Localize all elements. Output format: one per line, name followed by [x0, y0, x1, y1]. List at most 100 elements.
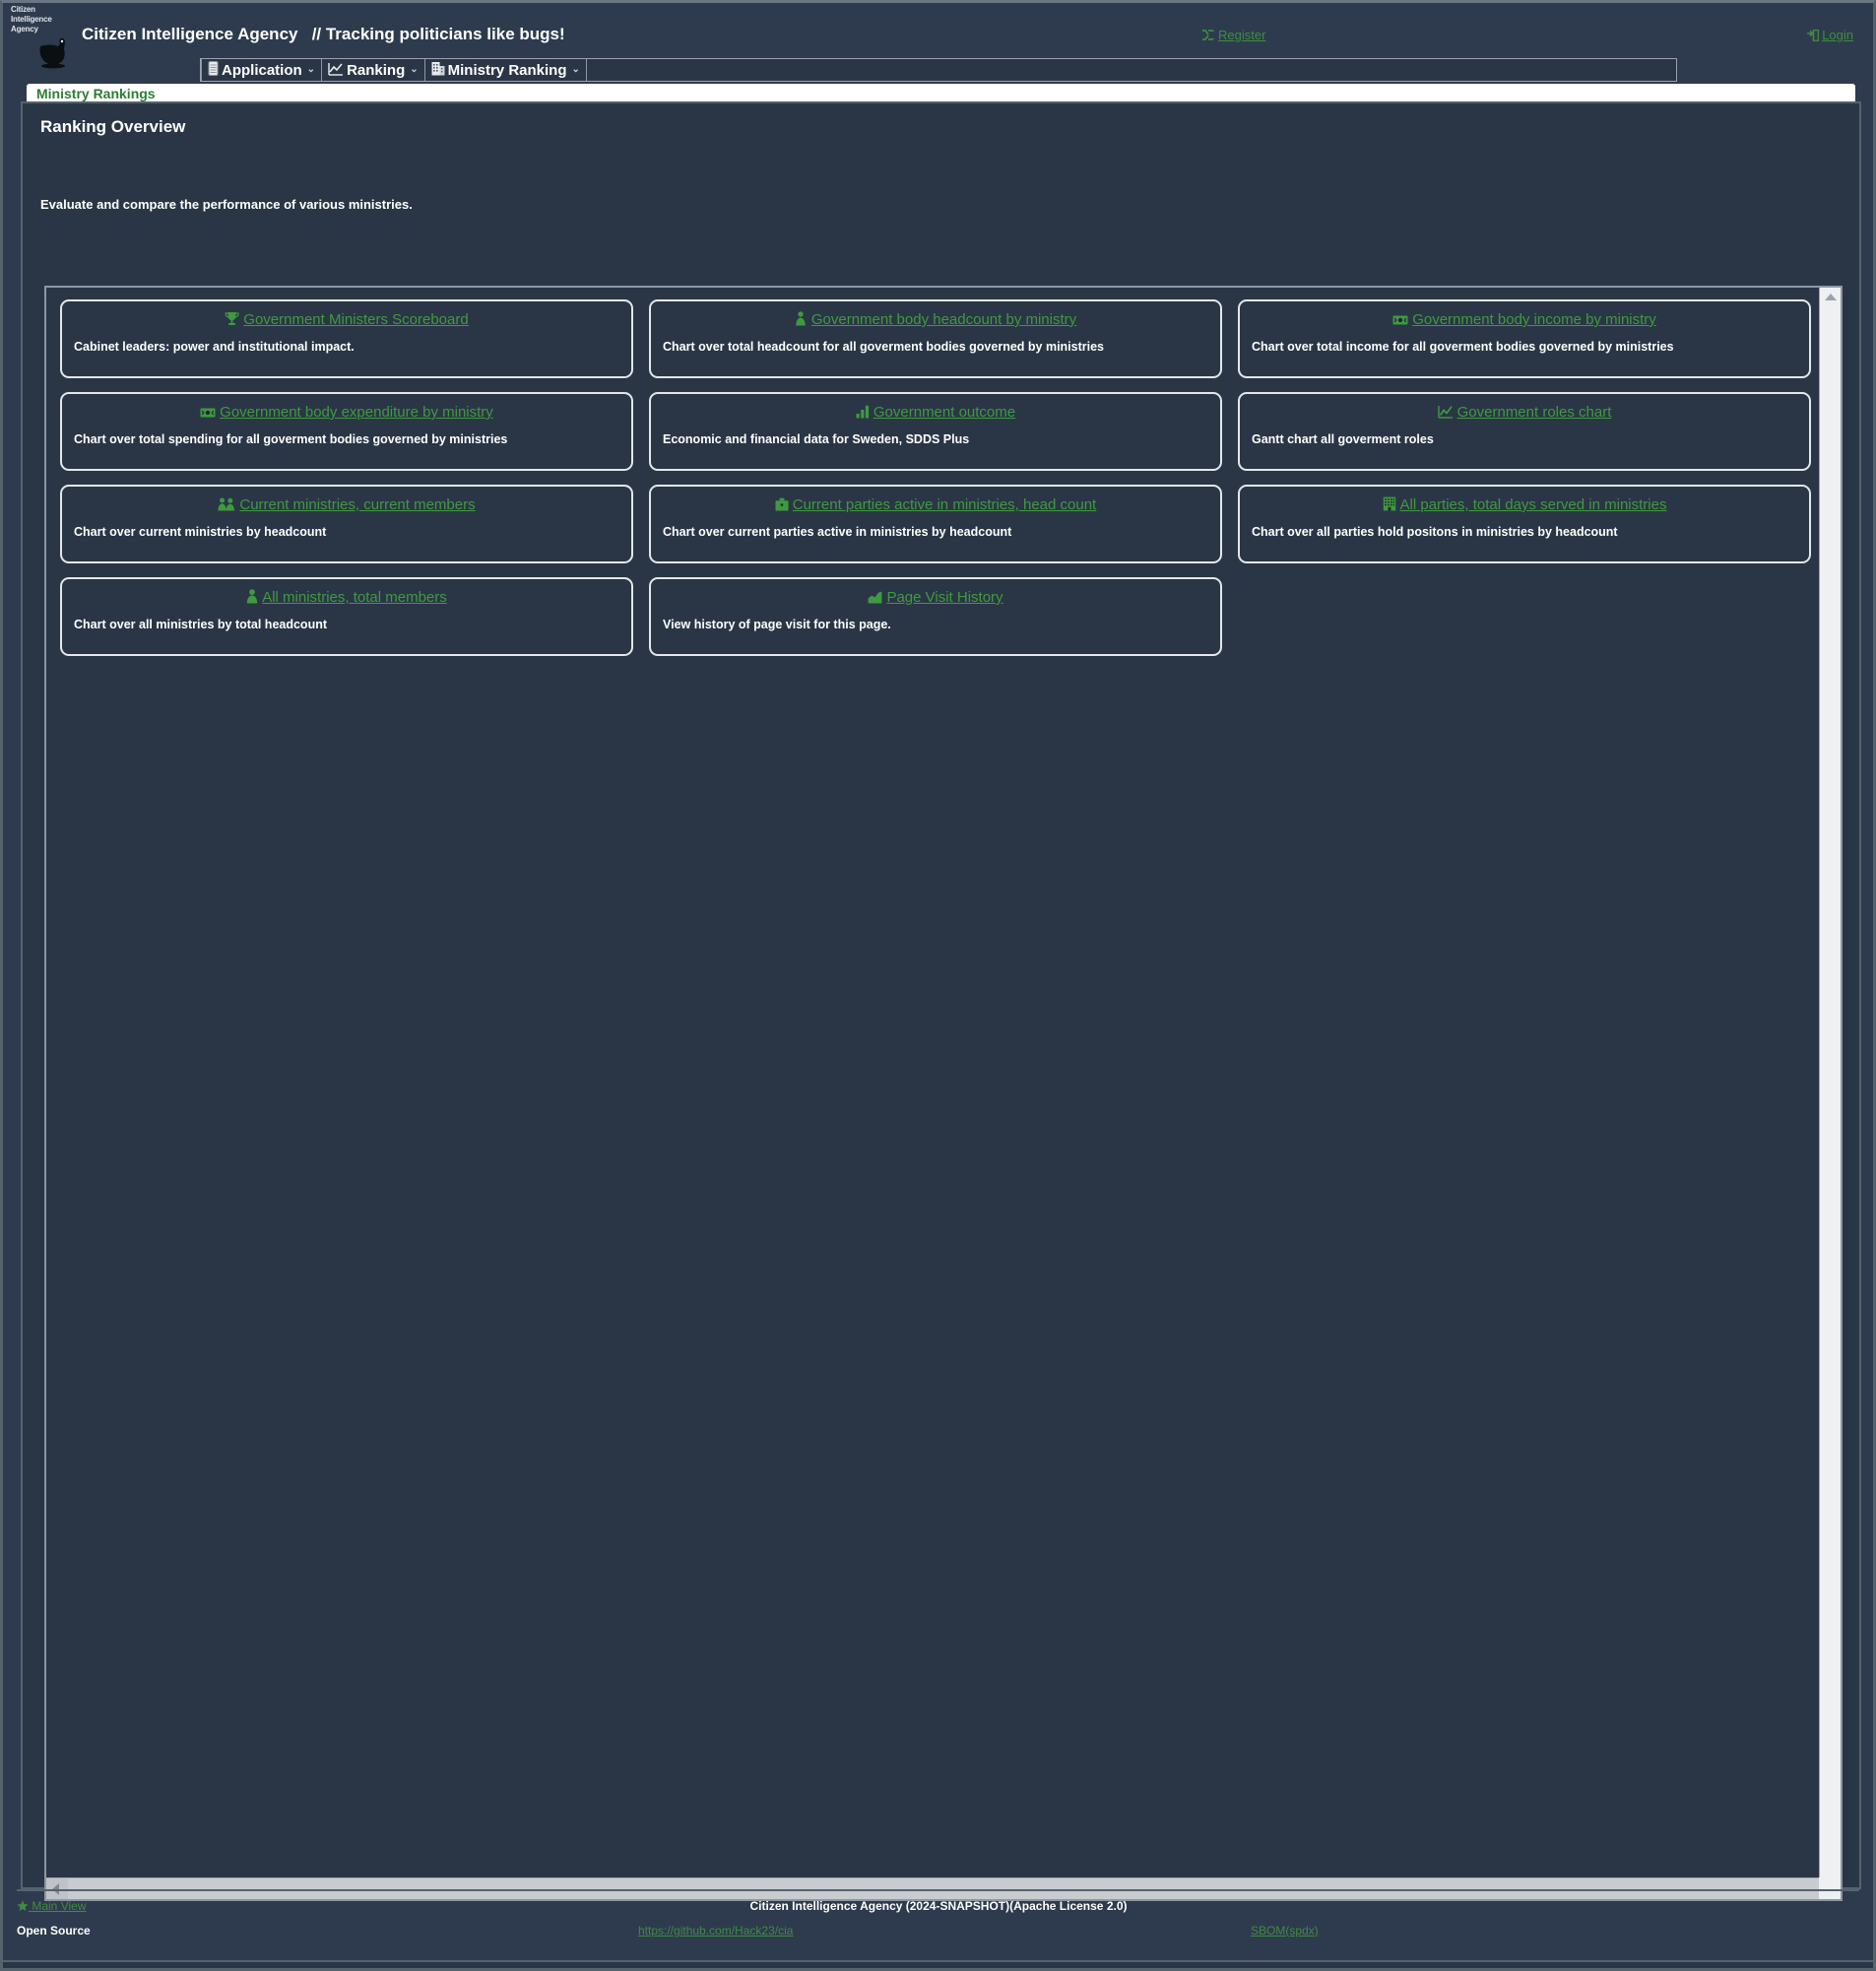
building-icon	[431, 61, 445, 79]
trophy-icon	[225, 311, 239, 330]
ranking-card-link-label: Government body expenditure by ministry	[220, 404, 493, 421]
ranking-card: Government body headcount by ministry Cha…	[649, 299, 1222, 378]
ranking-card-link[interactable]: Government body expenditure by ministry	[74, 404, 619, 423]
page-title: Ministry Rankings	[36, 86, 156, 101]
page-title-bar: Ministry Rankings	[27, 84, 1855, 103]
ranking-card: All parties, total days served in minist…	[1238, 485, 1811, 563]
ranking-card-link[interactable]: Page Visit History	[663, 589, 1208, 608]
menu-item-application[interactable]: Application ⌄	[201, 59, 323, 81]
ranking-card-link-label: Government body headcount by ministry	[810, 311, 1077, 328]
ranking-card: Government body income by ministry Chart …	[1238, 299, 1811, 378]
document-icon	[208, 61, 219, 79]
vertical-scrollbar[interactable]	[1819, 288, 1841, 1877]
money-bill-icon	[200, 406, 216, 423]
open-source-label: Open Source	[17, 1924, 91, 1938]
users-icon	[218, 497, 235, 515]
login-label: Login	[1822, 28, 1853, 42]
area-chart-icon	[868, 591, 882, 608]
menu-item-ranking[interactable]: Ranking ⌄	[322, 59, 425, 81]
main-view-label: Main View	[32, 1899, 87, 1913]
bar-chart-icon	[856, 405, 870, 423]
ranking-card-description: Chart over all ministries by total headc…	[74, 618, 328, 631]
menu-item-ministry-ranking[interactable]: Ministry Ranking ⌄	[425, 59, 587, 81]
menu-item-application-label: Application	[222, 61, 302, 79]
ranking-card: Government Ministers Scoreboard Cabinet l…	[60, 299, 633, 378]
ranking-card-link[interactable]: Government body income by ministry	[1252, 311, 1797, 330]
github-link[interactable]: https://github.com/Hack23/cia	[638, 1924, 793, 1938]
ranking-card-link[interactable]: Current ministries, current members	[74, 496, 619, 515]
ranking-card-link-label: Government roles chart	[1456, 404, 1612, 421]
ranking-card-link[interactable]: All parties, total days served in minist…	[1252, 496, 1797, 515]
main-view-link[interactable]: Main View	[17, 1899, 86, 1913]
ranking-card: Current parties active in ministries, he…	[649, 485, 1222, 563]
sign-in-icon	[1806, 29, 1820, 44]
ranking-card-link-label: Government Ministers Scoreboard	[243, 311, 469, 328]
ranking-card-description: Chart over total headcount for all gover…	[663, 340, 1105, 354]
line-chart-icon	[328, 62, 344, 79]
ranking-card-description: Chart over current ministries by headcou…	[74, 525, 327, 539]
ranking-card: All ministries, total members Chart over …	[60, 577, 633, 656]
ranking-card-link-label: Page Visit History	[886, 589, 1003, 606]
line-chart-icon	[1437, 405, 1454, 423]
logo-line-2: Intelligence	[11, 15, 52, 24]
ranking-card-description: Chart over total spending for all goverm…	[74, 432, 508, 446]
ranking-card-link-label: Current parties active in ministries, he…	[792, 496, 1097, 513]
ranking-card: Current ministries, current members Chart…	[60, 485, 633, 563]
ranking-card-link[interactable]: Government roles chart	[1252, 404, 1797, 423]
register-link[interactable]: Register	[1202, 28, 1265, 44]
building-icon	[1383, 496, 1396, 515]
overview-description: Evaluate and compare the performance of …	[40, 197, 413, 212]
ranking-card-description: View history of page visit for this page…	[663, 618, 891, 631]
sbom-link[interactable]: SBOM(spdx)	[1251, 1924, 1319, 1938]
ranking-card-link-label: All ministries, total members	[262, 589, 447, 606]
ranking-card-link-label: Government outcome	[873, 404, 1016, 421]
chevron-down-icon: ⌄	[571, 64, 580, 75]
person-tie-icon	[795, 311, 808, 330]
app-footer: Main View Open Source Citizen Intelligen…	[3, 1889, 1873, 1968]
money-bill-icon	[1392, 313, 1408, 330]
ranking-card-link[interactable]: Government Ministers Scoreboard	[74, 311, 619, 330]
logo[interactable]: Citizen Intelligence Agency	[11, 5, 80, 76]
bug-bird-logo-icon	[39, 37, 65, 69]
ranking-card-description: Economic and financial data for Sweden, …	[663, 432, 970, 446]
ranking-card-description: Chart over total income for all govermen…	[1252, 340, 1674, 354]
app-header: Citizen Intelligence Agency Citizen Inte…	[3, 3, 1873, 86]
ranking-card-link[interactable]: Government outcome	[663, 404, 1208, 423]
ranking-card: Page Visit History View history of page v…	[649, 577, 1222, 656]
copyright-text: Citizen Intelligence Agency (2024-SNAPSH…	[749, 1899, 1128, 1913]
ranking-card-description: Cabinet leaders: power and institutional…	[74, 340, 355, 354]
ranking-card-description: Chart over all parties hold positons in …	[1252, 525, 1618, 539]
person-icon	[246, 589, 258, 608]
menu-item-ministry-ranking-label: Ministry Ranking	[447, 61, 567, 79]
card-grid: Government Ministers Scoreboard Cabinet l…	[60, 299, 1833, 656]
ranking-card-link[interactable]: Current parties active in ministries, he…	[663, 496, 1208, 515]
site-tagline: // Tracking politicians like bugs!	[311, 25, 565, 43]
register-label: Register	[1218, 28, 1266, 42]
menu-item-ranking-label: Ranking	[347, 61, 406, 79]
overview-heading: Ranking Overview	[40, 117, 186, 136]
chevron-down-icon: ⌄	[410, 64, 419, 75]
ranking-card-link-label: Current ministries, current members	[239, 496, 476, 513]
application-window: Citizen Intelligence Agency Citizen Inte…	[0, 0, 1876, 1971]
ranking-card-link-label: Government body income by ministry	[1412, 311, 1656, 328]
ranking-card: Government roles chart Gantt chart all go…	[1238, 392, 1811, 471]
footer-divider	[17, 1889, 1859, 1891]
site-title-text: Citizen Intelligence Agency	[82, 25, 298, 43]
ranking-card: Government outcome Economic and financial…	[649, 392, 1222, 471]
scroll-up-arrow-icon[interactable]	[1824, 294, 1837, 300]
ranking-card-link[interactable]: All ministries, total members	[74, 589, 619, 608]
briefcase-icon	[775, 497, 789, 515]
card-scroll-region: Government Ministers Scoreboard Cabinet l…	[44, 286, 1843, 1901]
main-menu-bar: Application ⌄ Ranking ⌄ Ministry Ranking…	[200, 58, 1677, 82]
shuffle-icon	[1202, 30, 1215, 44]
login-link[interactable]: Login	[1806, 28, 1853, 44]
card-viewport: Government Ministers Scoreboard Cabinet l…	[46, 288, 1819, 1877]
chevron-down-icon: ⌄	[306, 64, 316, 75]
ranking-card-link-label: All parties, total days served in minist…	[1399, 496, 1667, 513]
content-panel: Ranking Overview Evaluate and compare th…	[21, 101, 1861, 1901]
ranking-card-link[interactable]: Government body headcount by ministry	[663, 311, 1208, 330]
ranking-card-description: Chart over current parties active in min…	[663, 525, 1012, 539]
logo-line-3: Agency	[11, 25, 38, 33]
star-icon	[17, 1899, 32, 1913]
logo-line-1: Citizen	[11, 5, 35, 14]
